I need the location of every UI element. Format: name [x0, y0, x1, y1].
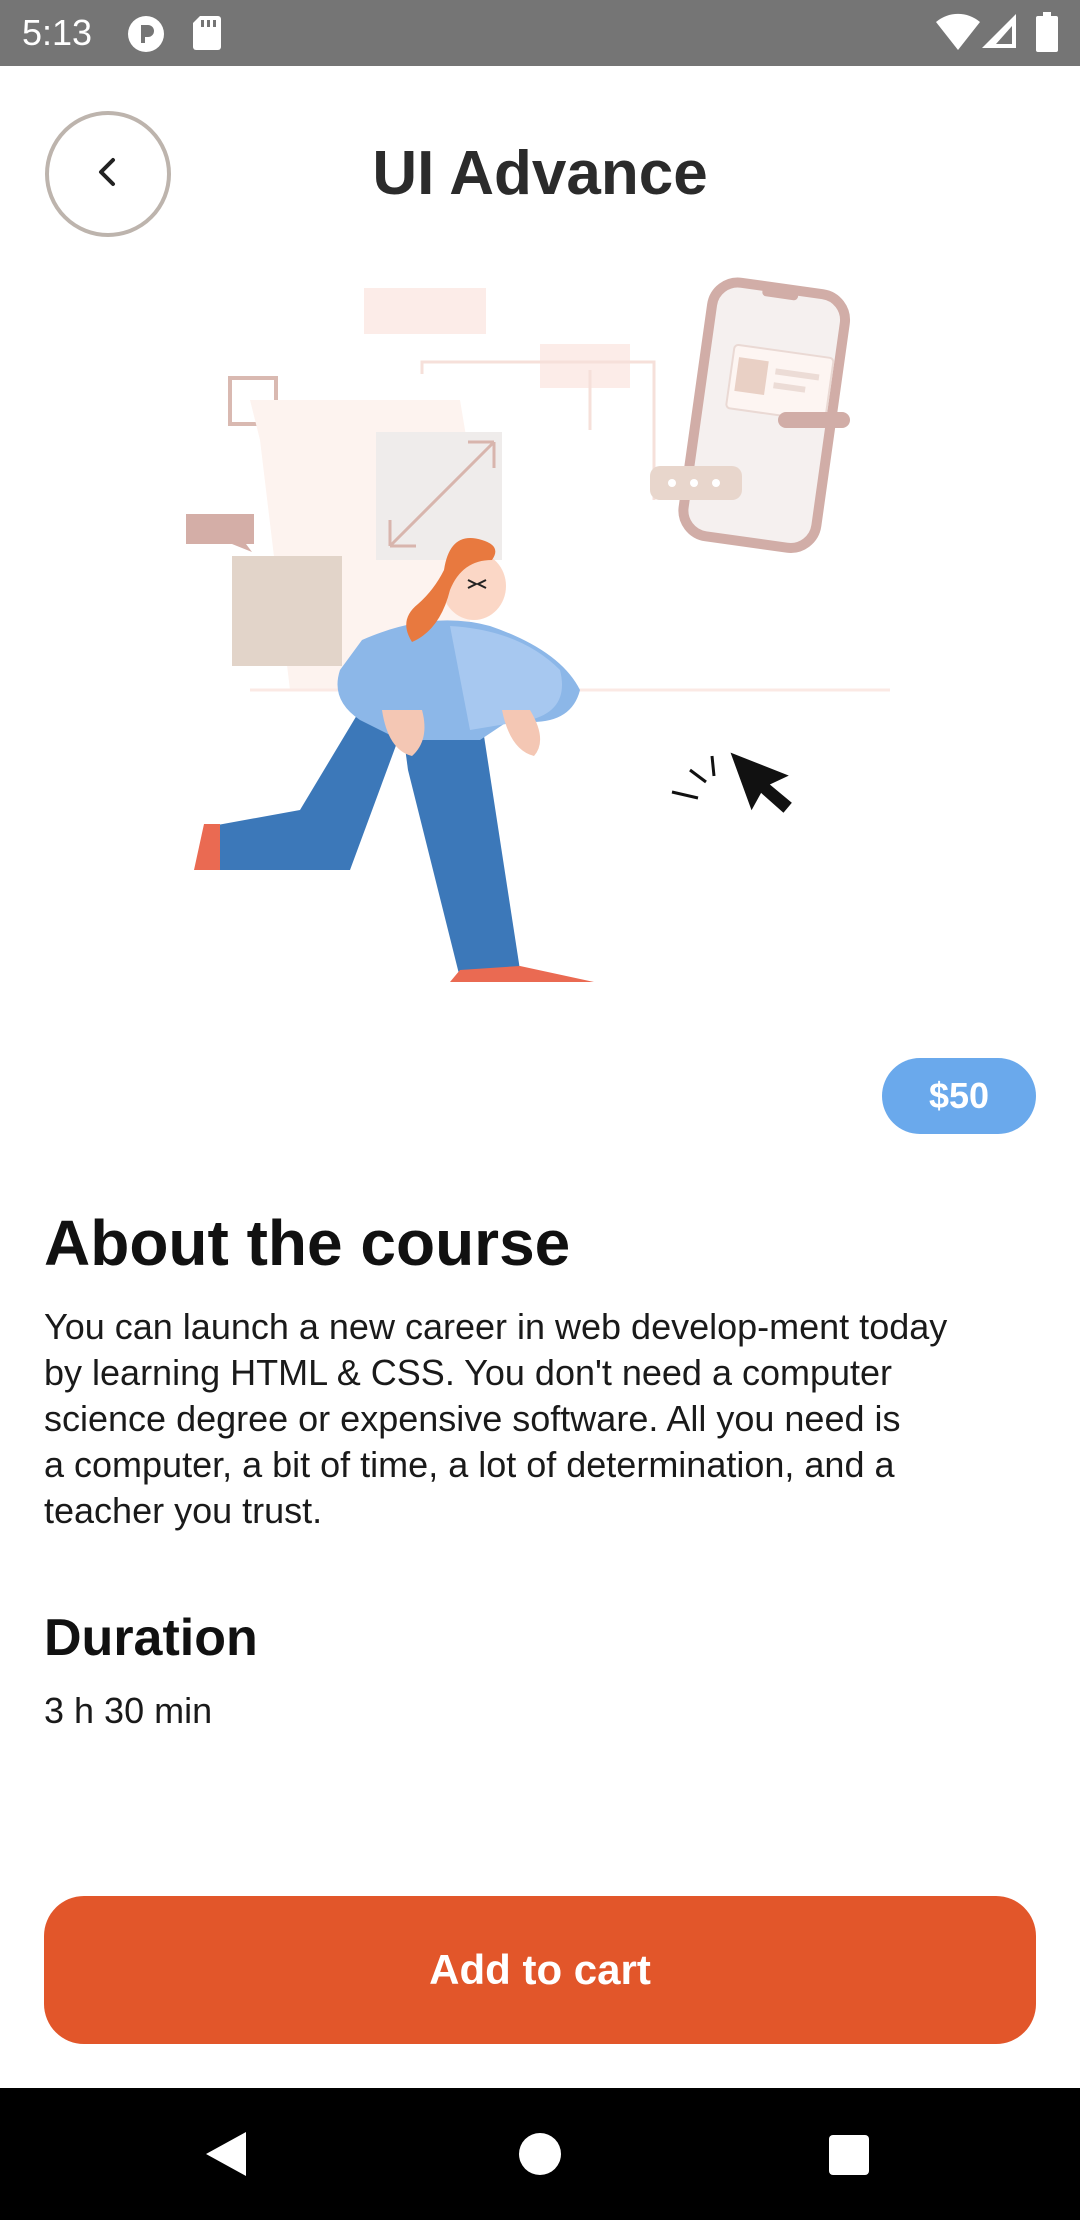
about-heading: About the course: [44, 1207, 571, 1279]
duration-value: 3 h 30 min: [44, 1690, 213, 1731]
wifi-icon: [936, 12, 980, 57]
about-description: You can launch a new career in web devel…: [44, 1304, 1044, 1534]
status-time: 5:13: [22, 12, 93, 53]
header: UI Advance: [0, 66, 1080, 286]
course-illustration: [150, 270, 910, 1000]
notification-p-icon: [126, 14, 166, 59]
about-line: You can launch a new career in web devel…: [44, 1306, 948, 1347]
about-line: a computer, a bit of time, a lot of dete…: [44, 1444, 895, 1485]
about-line: teacher you trust.: [44, 1490, 323, 1531]
price-badge: $50: [882, 1058, 1036, 1134]
about-line: by learning HTML & CSS. You don't need a…: [44, 1352, 893, 1393]
status-bar: 5:13: [0, 0, 1080, 66]
system-nav-bar: [0, 2088, 1080, 2220]
back-triangle-icon[interactable]: [204, 2130, 248, 2183]
battery-icon: [1036, 12, 1058, 57]
duration-heading: Duration: [44, 1609, 258, 1667]
recents-square-icon[interactable]: [828, 2134, 870, 2181]
home-circle-icon[interactable]: [518, 2132, 562, 2181]
about-line: science degree or expensive software. Al…: [44, 1398, 901, 1439]
sd-card-icon: [192, 14, 222, 57]
cellular-signal-icon: [982, 12, 1018, 55]
add-to-cart-button[interactable]: Add to cart: [44, 1896, 1036, 2044]
page-title: UI Advance: [372, 139, 708, 208]
